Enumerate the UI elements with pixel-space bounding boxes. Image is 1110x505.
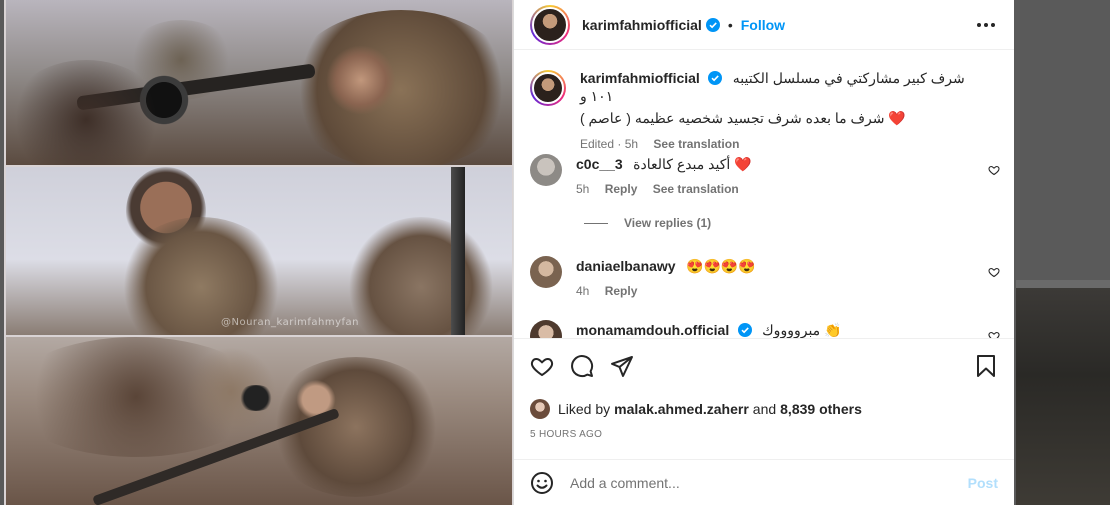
caption-see-translation[interactable]: See translation <box>653 137 739 151</box>
comment-username[interactable]: c0c__3 <box>576 156 623 172</box>
photo-panel-soldiers: @Nouran_karimfahmyfan <box>6 167 512 335</box>
save-bookmark-icon[interactable] <box>974 354 998 378</box>
view-replies-button[interactable]: View replies (1) <box>584 216 711 230</box>
view-replies-line <box>584 222 608 224</box>
more-horizontal-icon <box>977 22 995 27</box>
comment-item: monamamdouh.official مبرووووك 👏 <box>530 320 1000 338</box>
comments-list[interactable]: karimfahmiofficial شرف كبير مشاركتي في م… <box>514 56 1014 338</box>
comment-avatar[interactable] <box>530 320 562 338</box>
comment-username[interactable]: daniaelbanawy <box>576 258 676 274</box>
verified-badge-icon <box>708 71 723 85</box>
comment-reply-button[interactable]: Reply <box>605 284 638 298</box>
photo-panel-rifle <box>6 337 512 505</box>
next-post-peek[interactable] <box>1016 288 1110 505</box>
caption-username[interactable]: karimfahmiofficial <box>580 70 700 86</box>
likes-others-link[interactable]: 8,839 others <box>780 401 862 417</box>
post-actions: Liked by malak.ahmed.zaherr and 8,839 ot… <box>514 338 1014 440</box>
comment-time: 5h <box>576 182 590 196</box>
comment-item: daniaelbanawy 😍😍😍😍 4h Reply <box>530 256 1000 300</box>
comment-composer: Post <box>514 459 1014 505</box>
share-icon[interactable] <box>610 354 634 378</box>
comment-see-translation[interactable]: See translation <box>653 182 739 196</box>
comment-like-icon[interactable] <box>988 330 1000 338</box>
caption: karimfahmiofficial شرف كبير مشاركتي في م… <box>530 70 1000 151</box>
caption-text-line2: شرف ما بعده شرف تجسيد شخصيه عظيمه ( عاصم… <box>580 110 906 126</box>
comment-icon[interactable] <box>570 354 594 378</box>
view-replies-label: View replies (1) <box>624 216 712 230</box>
likes-summary: Liked by malak.ahmed.zaherr and 8,839 ot… <box>530 399 998 419</box>
emoji-icon[interactable] <box>530 471 554 495</box>
likes-middle: and <box>752 401 777 417</box>
photo-panel-sniper <box>6 0 512 165</box>
caption-avatar[interactable] <box>530 70 566 106</box>
comment-text: أكيد مبدع كالعادة ❤️ <box>633 156 752 172</box>
comment-like-icon[interactable] <box>988 164 1000 176</box>
liker-avatar[interactable] <box>530 399 550 419</box>
background-peek-edge <box>1016 280 1110 288</box>
background-overlay <box>1014 0 1110 505</box>
author-avatar-ring[interactable] <box>530 4 570 45</box>
header-separator: • <box>727 16 733 33</box>
more-options-button[interactable] <box>974 13 998 37</box>
verified-badge-icon <box>737 323 752 337</box>
follow-button[interactable]: Follow <box>741 17 785 33</box>
comment-reply-button[interactable]: Reply <box>605 182 638 196</box>
caption-edited: Edited · 5h <box>580 137 639 151</box>
comment-time: 4h <box>576 284 590 298</box>
post-timestamp[interactable]: 5 HOURS AGO <box>530 429 998 440</box>
photo-watermark: @Nouran_karimfahmyfan <box>221 317 360 328</box>
post-header: karimfahmiofficial • Follow <box>514 0 1014 50</box>
author-username[interactable]: karimfahmiofficial <box>582 17 702 33</box>
comment-avatar[interactable] <box>530 256 562 288</box>
verified-badge-icon <box>705 17 720 32</box>
post-sidebar: karimfahmiofficial • Follow karimfahmiof… <box>514 0 1014 505</box>
comment-avatar[interactable] <box>530 154 562 186</box>
comment-text: 😍😍😍😍 <box>686 258 756 274</box>
comment-input[interactable] <box>570 474 968 491</box>
comment-like-icon[interactable] <box>988 266 1000 278</box>
post-modal: @Nouran_karimfahmyfan karimfahmiofficial… <box>4 0 1014 505</box>
liker-username[interactable]: malak.ahmed.zaherr <box>614 401 749 417</box>
comment-text: مبرووووك 👏 <box>762 322 842 338</box>
author-avatar[interactable] <box>532 6 568 43</box>
likes-prefix: Liked by <box>558 401 611 417</box>
like-icon[interactable] <box>530 354 554 378</box>
action-icons <box>530 353 998 379</box>
comment-username[interactable]: monamamdouh.official <box>576 322 729 338</box>
post-comment-button[interactable]: Post <box>968 475 998 491</box>
post-media[interactable]: @Nouran_karimfahmyfan <box>4 0 514 505</box>
comment-item: c0c__3 أكيد مبدع كالعادة ❤️ 5h Reply See… <box>530 154 1000 198</box>
